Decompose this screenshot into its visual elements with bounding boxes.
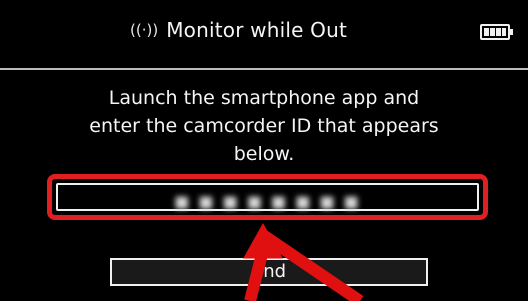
instruction-line-2: enter the camcorder ID that appears bbox=[89, 115, 439, 137]
battery-icon bbox=[480, 24, 513, 40]
battery-level bbox=[484, 28, 506, 36]
arrow-head bbox=[243, 222, 283, 259]
end-button[interactable]: End bbox=[110, 258, 428, 286]
camcorder-id-field: ■ ■ ■ ■ ■ ■ ■ ■ bbox=[56, 183, 479, 211]
wifi-signal-icon: ((·)) bbox=[130, 21, 159, 39]
camcorder-id-highlight: ■ ■ ■ ■ ■ ■ ■ ■ bbox=[47, 174, 488, 220]
camcorder-id-value: ■ ■ ■ ■ ■ ■ ■ ■ bbox=[174, 192, 361, 211]
title-bar: ((·)) Monitor while Out bbox=[0, 0, 528, 70]
instructions-text: Launch the smartphone app and enter the … bbox=[70, 84, 458, 168]
instruction-line-1: Launch the smartphone app and bbox=[108, 87, 420, 109]
screen-title: Monitor while Out bbox=[166, 18, 348, 42]
title-wrap: ((·)) Monitor while Out bbox=[130, 18, 347, 42]
camcorder-screen: ((·)) Monitor while Out Launch the smart… bbox=[0, 0, 528, 301]
instruction-line-3: below. bbox=[233, 143, 295, 165]
